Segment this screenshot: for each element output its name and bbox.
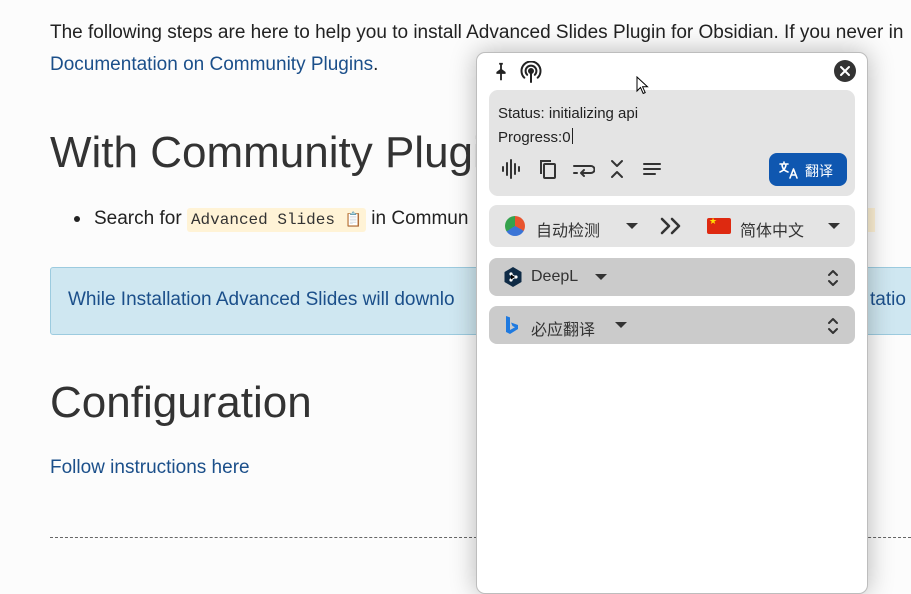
pin-icon[interactable] xyxy=(490,61,512,88)
chevron-down-icon[interactable] xyxy=(595,274,607,280)
bullet-dot xyxy=(74,215,80,222)
inline-code: Advanced Slides 📋 xyxy=(186,208,367,232)
wrap-icon[interactable] xyxy=(571,158,596,185)
chevron-down-icon[interactable] xyxy=(828,223,840,229)
community-plugins-doc-link[interactable]: Documentation on Community Plugins xyxy=(50,54,373,75)
engine-deepl[interactable]: DeepL xyxy=(489,258,855,296)
engine-bing[interactable]: 必应翻译 xyxy=(489,306,855,344)
progress-text: Progress:0 xyxy=(498,129,571,146)
engine-name: DeepL xyxy=(531,268,579,285)
reorder-stepper-icon[interactable] xyxy=(826,267,840,294)
target-language-select[interactable]: 简体中文 xyxy=(740,217,804,241)
deepl-icon xyxy=(504,267,522,292)
close-button[interactable] xyxy=(834,60,856,82)
info-callout-text-tail: tatio xyxy=(870,289,906,310)
close-icon xyxy=(840,66,850,76)
source-language-select[interactable]: 自动检测 xyxy=(536,217,600,241)
intro-text: The following steps are here to help you… xyxy=(50,22,904,43)
inline-code-text: Advanced Slides xyxy=(190,211,335,229)
text-caret xyxy=(571,128,573,144)
status-box: Status: initializing api Progress:0 翻译 xyxy=(489,90,855,196)
bing-icon xyxy=(504,315,520,340)
status-text: Status: initializing api xyxy=(498,105,639,122)
intro-link-suffix: . xyxy=(373,54,379,75)
swap-languages-icon[interactable] xyxy=(659,217,683,240)
translate-button[interactable]: 翻译 xyxy=(769,153,847,186)
translate-icon xyxy=(779,161,798,179)
language-selector-bar: 自动检测 简体中文 xyxy=(489,205,855,247)
audio-wave-icon[interactable] xyxy=(501,158,523,185)
auto-detect-icon xyxy=(505,216,525,236)
align-icon[interactable] xyxy=(641,158,663,185)
heading-configuration: Configuration xyxy=(50,378,312,427)
heading-community-plugin: With Community Plugin xyxy=(50,128,508,177)
list-item: Search for Advanced Slides 📋 in Commun xyxy=(74,208,469,232)
reorder-stepper-icon[interactable] xyxy=(826,315,840,342)
mouse-cursor-icon xyxy=(636,75,649,100)
copy-clipboard-icon[interactable]: 📋 xyxy=(345,213,362,229)
translate-popup-panel: Status: initializing api Progress:0 翻译 自… xyxy=(476,52,868,594)
bullet-suffix: in Commun xyxy=(366,208,469,229)
chevron-down-icon[interactable] xyxy=(615,322,627,328)
follow-instructions-link[interactable]: Follow instructions here xyxy=(50,457,250,479)
bullet-prefix: Search for xyxy=(94,208,187,229)
chevron-down-icon[interactable] xyxy=(626,223,638,229)
broadcast-icon[interactable] xyxy=(519,60,543,90)
copy-icon[interactable] xyxy=(537,158,559,185)
info-callout-text: While Installation Advanced Slides will … xyxy=(68,289,455,310)
engine-name: 必应翻译 xyxy=(531,322,596,339)
translate-button-label: 翻译 xyxy=(805,163,833,179)
collapse-icon[interactable] xyxy=(607,158,627,185)
progress-line: Progress:0 xyxy=(498,128,573,146)
china-flag-icon xyxy=(707,216,731,234)
intro-link-line: Documentation on Community Plugins. xyxy=(50,54,378,76)
